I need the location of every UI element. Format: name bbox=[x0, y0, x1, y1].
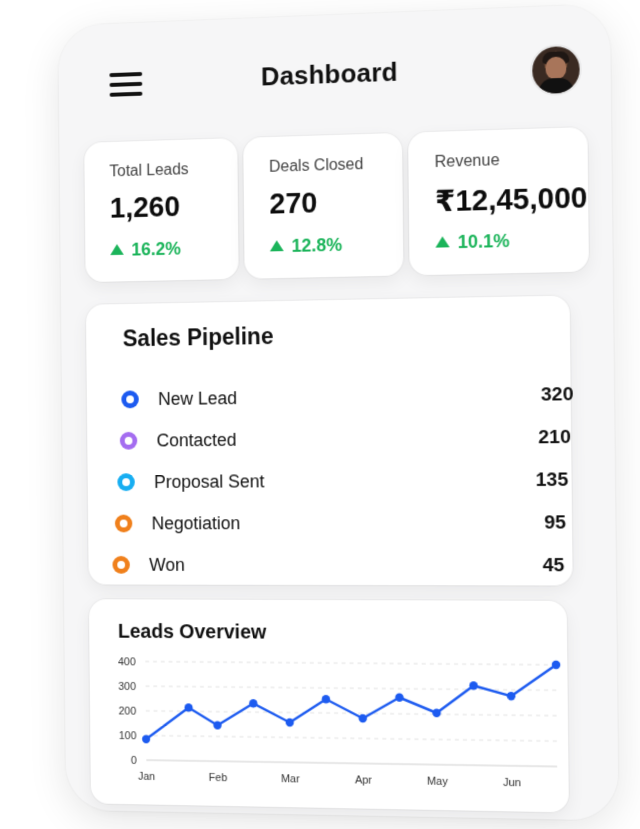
kpi-label: Revenue bbox=[434, 151, 500, 172]
status-dot-icon bbox=[114, 514, 133, 533]
kpi-label: Total Leads bbox=[109, 161, 189, 181]
y-tick-label: 200 bbox=[118, 705, 136, 717]
pipeline-label: Won bbox=[149, 555, 185, 575]
pipeline-row[interactable]: Won 45 bbox=[88, 546, 572, 585]
pipeline-label: New Lead bbox=[158, 388, 238, 409]
up-arrow-icon bbox=[110, 243, 124, 256]
avatar[interactable] bbox=[530, 43, 582, 97]
pipeline-row[interactable]: Contacted 210 bbox=[87, 418, 571, 460]
kpi-delta: 10.1% bbox=[435, 231, 510, 254]
grid-line bbox=[146, 760, 557, 766]
status-dot-icon bbox=[121, 390, 139, 409]
kpi-delta: 12.8% bbox=[269, 235, 343, 258]
pipeline-row[interactable]: Negotiation 95 bbox=[88, 503, 572, 542]
pipeline-row[interactable]: New Lead 320 bbox=[87, 375, 574, 419]
pipeline-label: Proposal Sent bbox=[154, 471, 265, 492]
pipeline-row[interactable]: Proposal Sent 135 bbox=[87, 460, 571, 501]
x-tick-label: Jan bbox=[138, 771, 155, 783]
grid-line bbox=[145, 661, 556, 664]
phone-frame: Dashboard Total Leads 1,260 16.2% Deals … bbox=[58, 3, 619, 821]
pipeline-label: Contacted bbox=[156, 429, 237, 451]
up-arrow-icon bbox=[269, 240, 284, 252]
sales-pipeline-title: Sales Pipeline bbox=[122, 323, 274, 352]
pipeline-count: 45 bbox=[542, 555, 565, 577]
kpi-delta: 16.2% bbox=[110, 239, 181, 261]
leads-overview-title: Leads Overview bbox=[117, 620, 267, 644]
pipeline-count: 210 bbox=[538, 426, 571, 449]
x-tick-label: Jun bbox=[503, 777, 521, 790]
x-tick-label: Mar bbox=[281, 773, 300, 785]
top-bar: Dashboard bbox=[58, 32, 610, 112]
kpi-card-revenue[interactable]: Revenue ₹12,45,000 10.1% bbox=[408, 126, 590, 276]
grid-line bbox=[146, 735, 557, 741]
leads-line-chart: 0 100 200 300 400 Jan Feb Mar Apr May Jun bbox=[118, 656, 561, 790]
kpi-card-total-leads[interactable]: Total Leads 1,260 16.2% bbox=[84, 137, 239, 283]
status-dot-icon bbox=[117, 473, 135, 492]
sales-pipeline-card: Sales Pipeline New Lead 320 Contacted 21… bbox=[85, 295, 574, 586]
y-tick-label: 400 bbox=[118, 656, 136, 668]
kpi-value: 1,260 bbox=[109, 191, 181, 225]
kpi-card-deals-closed[interactable]: Deals Closed 270 12.8% bbox=[243, 132, 404, 279]
y-tick-label: 0 bbox=[131, 755, 137, 767]
y-tick-label: 100 bbox=[119, 730, 137, 742]
up-arrow-icon bbox=[435, 236, 450, 248]
pipeline-count: 320 bbox=[540, 383, 574, 406]
page-title: Dashboard bbox=[260, 56, 398, 92]
status-dot-icon bbox=[119, 431, 138, 450]
series-line bbox=[145, 661, 557, 744]
y-tick-label: 300 bbox=[118, 681, 136, 693]
pipeline-label: Negotiation bbox=[151, 513, 241, 534]
kpi-value: 270 bbox=[269, 187, 318, 221]
x-tick-label: May bbox=[427, 775, 449, 788]
x-tick-label: Apr bbox=[355, 774, 373, 786]
status-dot-icon bbox=[112, 555, 130, 574]
pipeline-count: 135 bbox=[535, 469, 569, 492]
grid-line bbox=[146, 686, 557, 690]
kpi-label: Deals Closed bbox=[268, 156, 364, 176]
pipeline-count: 95 bbox=[544, 512, 567, 534]
x-tick-label: Feb bbox=[209, 772, 228, 784]
leads-overview-card: Leads Overview 0 100 200 300 400 Jan Feb Mar Apr… bbox=[88, 599, 569, 813]
kpi-cards: Total Leads 1,260 16.2% Deals Closed 270… bbox=[84, 126, 590, 283]
kpi-value: ₹12,45,000 bbox=[434, 181, 588, 219]
